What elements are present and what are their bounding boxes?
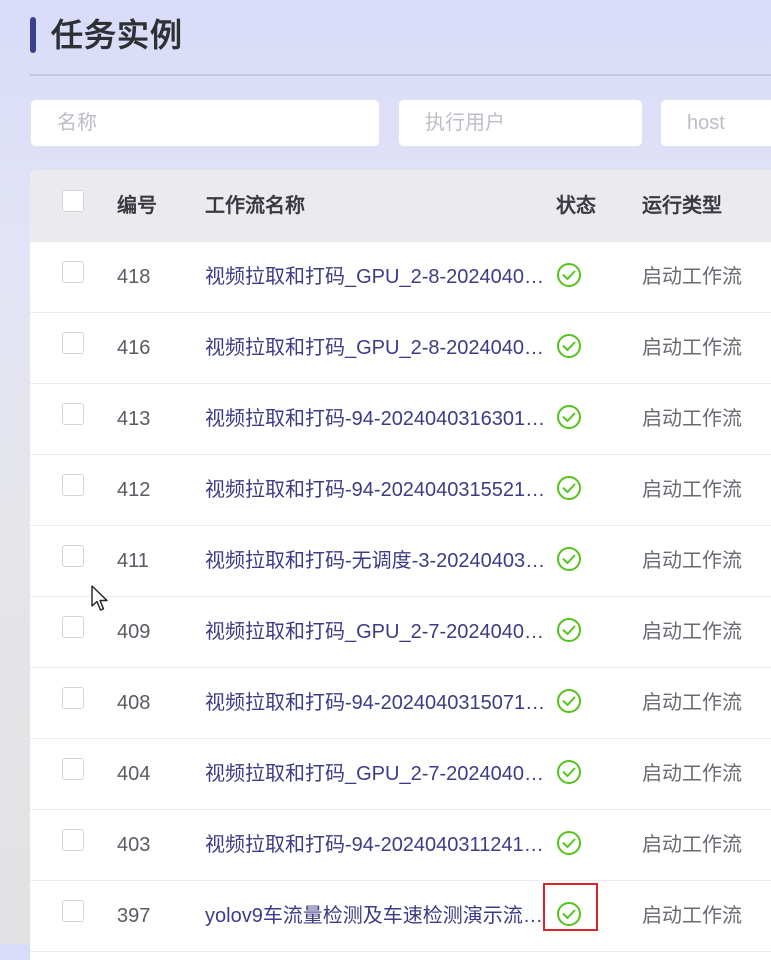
row-checkbox[interactable] bbox=[62, 403, 84, 425]
mouse-pointer-icon bbox=[91, 585, 108, 611]
workflow-name-link[interactable]: 视频拉取和打码-94-20240403163012345 bbox=[205, 384, 550, 454]
run-type: 启动工作流 bbox=[642, 479, 742, 501]
table-row[interactable]: 397 yolov9车流量检测及车速检测演示流程-20240403 启动工作流 bbox=[30, 881, 771, 952]
table-row[interactable]: 409 视频拉取和打码_GPU_2-7-20240403152012345 启动工作… bbox=[30, 597, 771, 668]
row-id: 416 bbox=[117, 337, 151, 359]
run-type: 启动工作流 bbox=[642, 763, 742, 785]
run-type: 启动工作流 bbox=[642, 266, 742, 288]
run-type: 启动工作流 bbox=[642, 550, 742, 572]
table-row[interactable]: 411 视频拉取和打码-无调度-3-20240403154012345 启动工作流 bbox=[30, 526, 771, 597]
row-id: 413 bbox=[117, 408, 151, 430]
check-circle-icon bbox=[557, 405, 581, 429]
row-id: 403 bbox=[117, 834, 151, 856]
check-circle-icon bbox=[557, 902, 581, 926]
row-checkbox[interactable] bbox=[62, 261, 84, 283]
row-id: 411 bbox=[117, 550, 149, 572]
check-circle-icon bbox=[557, 263, 581, 287]
workflow-name-link[interactable]: 视频拉取和打码-无调度-3-20240403154012345 bbox=[205, 526, 550, 596]
host-search-input[interactable] bbox=[660, 99, 771, 147]
row-checkbox[interactable] bbox=[62, 758, 84, 780]
workflow-name-link[interactable]: 视频拉取和打码_GPU_2-8-20240403165012345 bbox=[205, 313, 550, 383]
column-header-run-type: 运行类型 bbox=[642, 195, 722, 217]
workflow-name-link[interactable]: 视频拉取和打码-94-20240403150712345 bbox=[205, 668, 550, 738]
workflow-name-link[interactable]: 视频拉取和打码_GPU_2-7-20240403113012345 bbox=[205, 739, 550, 809]
page-header: 任务实例 bbox=[30, 0, 771, 76]
table-row[interactable]: 412 视频拉取和打码-94-20240403155212345 启动工作流 bbox=[30, 455, 771, 526]
check-circle-icon bbox=[557, 618, 581, 642]
title-accent-bar bbox=[30, 17, 36, 53]
run-type: 启动工作流 bbox=[642, 692, 742, 714]
row-checkbox[interactable] bbox=[62, 474, 84, 496]
check-circle-icon bbox=[557, 689, 581, 713]
workflow-name-link[interactable]: yolov9车流量检测及车速检测演示流程-20240403 bbox=[205, 881, 550, 951]
workflow-name-link[interactable]: 视频拉取和打码_GPU_2-7-20240403152012345 bbox=[205, 597, 550, 667]
row-id: 408 bbox=[117, 692, 151, 714]
workflow-name-link[interactable]: 视频拉取和打码-94-20240403112412345 bbox=[205, 810, 550, 880]
check-circle-icon bbox=[557, 760, 581, 784]
row-checkbox[interactable] bbox=[62, 616, 84, 638]
table-header: 编号 工作流名称 状态 运行类型 bbox=[30, 170, 771, 242]
check-circle-icon bbox=[557, 547, 581, 571]
run-type: 启动工作流 bbox=[642, 834, 742, 856]
row-checkbox[interactable] bbox=[62, 332, 84, 354]
column-header-status: 状态 bbox=[556, 195, 596, 217]
workflow-name-link[interactable]: 视频拉取和打码-94-20240403155212345 bbox=[205, 455, 550, 525]
table-row[interactable]: 413 视频拉取和打码-94-20240403163012345 启动工作流 bbox=[30, 384, 771, 455]
user-search-input[interactable] bbox=[398, 99, 643, 147]
check-circle-icon bbox=[557, 831, 581, 855]
row-id: 412 bbox=[117, 479, 151, 501]
check-circle-icon bbox=[557, 334, 581, 358]
run-type: 启动工作流 bbox=[642, 905, 742, 927]
row-id: 418 bbox=[117, 266, 151, 288]
row-checkbox[interactable] bbox=[62, 829, 84, 851]
row-checkbox[interactable] bbox=[62, 900, 84, 922]
check-circle-icon bbox=[557, 476, 581, 500]
table-row[interactable]: 418 视频拉取和打码_GPU_2-8-20240403170512345 启动工作… bbox=[30, 242, 771, 313]
table-row[interactable]: 404 视频拉取和打码_GPU_2-7-20240403113012345 启动工作… bbox=[30, 739, 771, 810]
row-id: 404 bbox=[117, 763, 151, 785]
page-title: 任务实例 bbox=[51, 17, 184, 53]
table-row[interactable]: 416 视频拉取和打码_GPU_2-8-20240403165012345 启动工作… bbox=[30, 313, 771, 384]
row-id: 397 bbox=[117, 905, 151, 927]
column-header-workflow-name: 工作流名称 bbox=[205, 195, 305, 217]
name-search-input[interactable] bbox=[30, 99, 380, 147]
row-checkbox[interactable] bbox=[62, 687, 84, 709]
row-checkbox[interactable] bbox=[62, 545, 84, 567]
run-type: 启动工作流 bbox=[642, 337, 742, 359]
row-id: 409 bbox=[117, 621, 151, 643]
table-row[interactable]: 403 视频拉取和打码-94-20240403112412345 启动工作流 bbox=[30, 810, 771, 881]
column-header-id: 编号 bbox=[117, 195, 157, 217]
workflow-name-link[interactable]: 视频拉取和打码_GPU_2-8-20240403170512345 bbox=[205, 242, 550, 312]
run-type: 启动工作流 bbox=[642, 408, 742, 430]
run-type: 启动工作流 bbox=[642, 621, 742, 643]
task-instance-table: 编号 工作流名称 状态 运行类型 418 视频拉取和打码_GPU_2-8-2024… bbox=[30, 170, 771, 960]
select-all-checkbox[interactable] bbox=[62, 190, 84, 212]
table-row[interactable]: 408 视频拉取和打码-94-20240403150712345 启动工作流 bbox=[30, 668, 771, 739]
